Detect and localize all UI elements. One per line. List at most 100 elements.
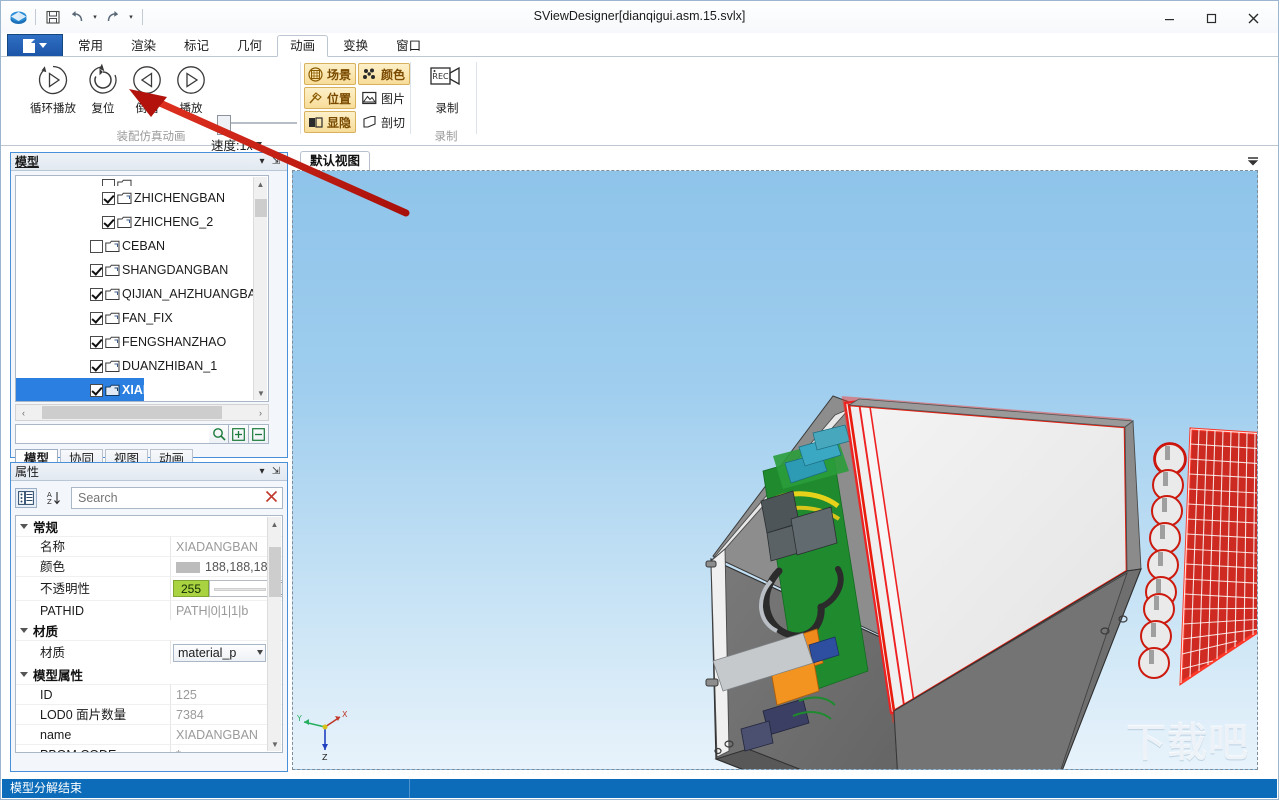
property-row-pathid[interactable]: PATHID PATH|0|1|1|b: [16, 600, 282, 620]
opacity-control[interactable]: 255: [173, 580, 282, 598]
property-grid[interactable]: 常规 名称 XIADANGBAN 颜色 188,188,18 不透明性 255: [15, 515, 283, 753]
scroll-down-icon[interactable]: ▼: [254, 386, 268, 400]
categorize-icon[interactable]: [15, 488, 37, 508]
checkbox[interactable]: [90, 264, 103, 277]
property-category-material[interactable]: 材质: [16, 620, 282, 640]
tree-horizontal-scrollbar[interactable]: ‹ ›: [15, 404, 269, 421]
section-cut-button[interactable]: 剖切: [358, 111, 410, 133]
loop-play-button[interactable]: 循环播放: [27, 62, 79, 116]
redo-icon[interactable]: [102, 6, 124, 28]
scene-button[interactable]: 场景: [304, 63, 356, 85]
expand-all-icon[interactable]: [229, 424, 249, 444]
tab-bianhuan[interactable]: 变换: [330, 35, 381, 57]
tree-item-fengshanzhao[interactable]: FENGSHANZHAO: [16, 330, 254, 354]
chevron-down-icon[interactable]: [1246, 155, 1260, 170]
undo-dropdown-icon[interactable]: ▾: [90, 13, 100, 21]
tree-item-duanzhiban-1[interactable]: DUANZHIBAN_1: [16, 354, 254, 378]
checkbox[interactable]: [90, 336, 103, 349]
part-icon: [105, 384, 120, 397]
undo-icon[interactable]: [66, 6, 88, 28]
ribbon-group-record: REC 录制 录制: [415, 57, 477, 146]
tree-item-xiadangban[interactable]: XIADANGBAN: [16, 378, 144, 402]
model-search-input[interactable]: [15, 424, 209, 444]
tab-default-view[interactable]: 默认视图: [300, 151, 370, 170]
checkbox[interactable]: [90, 360, 103, 373]
scroll-right-icon[interactable]: ›: [253, 405, 268, 420]
property-category-model-attrs[interactable]: 模型属性: [16, 664, 282, 684]
sort-az-icon[interactable]: A Z: [43, 488, 65, 508]
window-controls: [1148, 5, 1274, 31]
3d-viewport[interactable]: X Y Z 下载吧: [292, 170, 1258, 770]
scrollbar-thumb[interactable]: [269, 547, 281, 597]
tree-item-qijian-ahzhuangban[interactable]: QIJIAN_AHZHUANGBAN: [16, 282, 254, 306]
property-row-name-attr[interactable]: name XIADANGBAN: [16, 724, 282, 744]
tab-biaoji[interactable]: 标记: [171, 35, 222, 57]
checkbox[interactable]: [102, 192, 115, 205]
close-button[interactable]: [1232, 5, 1274, 31]
search-input[interactable]: [76, 490, 258, 506]
redo-dropdown-icon[interactable]: ▾: [126, 13, 136, 21]
checkbox[interactable]: [90, 384, 103, 397]
tree-item-fan-fix[interactable]: FAN_FIX: [16, 306, 254, 330]
scroll-down-icon[interactable]: ▼: [268, 737, 282, 751]
tree-item-shangdangban[interactable]: SHANGDANGBAN: [16, 258, 254, 282]
minimize-button[interactable]: [1148, 5, 1190, 31]
tab-jihe[interactable]: 几何: [224, 35, 275, 57]
scrollbar-thumb-h[interactable]: [42, 406, 222, 419]
tab-chuangkou[interactable]: 窗口: [383, 35, 434, 57]
color-button[interactable]: 颜色: [358, 63, 410, 85]
pin-icon[interactable]: ⇲: [269, 466, 283, 477]
app-logo-icon[interactable]: [7, 6, 29, 28]
tree-item-ceban[interactable]: CEBAN: [16, 234, 254, 258]
property-category-general[interactable]: 常规: [16, 516, 282, 536]
property-row-color[interactable]: 颜色 188,188,18: [16, 556, 282, 576]
checkbox[interactable]: [90, 288, 103, 301]
property-row-lod0[interactable]: LOD0 面片数量 7384: [16, 704, 282, 724]
tree-vertical-scrollbar[interactable]: ▲ ▼: [253, 177, 267, 400]
scroll-left-icon[interactable]: ‹: [16, 405, 31, 420]
collapse-all-icon[interactable]: [249, 424, 269, 444]
tab-xuanran[interactable]: 渲染: [118, 35, 169, 57]
property-value: *: [171, 744, 282, 753]
scroll-up-icon[interactable]: ▲: [254, 177, 267, 191]
property-row-id[interactable]: ID 125: [16, 684, 282, 704]
property-search-field[interactable]: [71, 487, 283, 509]
color-swatch[interactable]: [176, 562, 200, 573]
tab-donghua[interactable]: 动画: [277, 35, 328, 57]
play-button[interactable]: 播放: [165, 62, 217, 116]
property-row-opacity[interactable]: 不透明性 255: [16, 576, 282, 600]
qat-divider-2: [142, 9, 143, 25]
model-tree[interactable]: ZHICHENGBAN ZHICHENG_2: [15, 175, 269, 402]
property-row-name[interactable]: 名称 XIADANGBAN: [16, 536, 282, 556]
property-row-material[interactable]: 材质 material_p: [16, 640, 282, 664]
property-row-pbom-code[interactable]: PBOM CODE *: [16, 744, 282, 753]
record-button[interactable]: REC 录制: [421, 62, 473, 116]
file-menu-button[interactable]: [7, 34, 63, 57]
property-vertical-scrollbar[interactable]: ▲ ▼: [267, 517, 281, 751]
tree-item-label: DUANZHIBAN_1: [122, 359, 217, 373]
material-select-value: material_p: [178, 643, 236, 663]
material-select[interactable]: material_p: [173, 644, 266, 662]
part-icon: [105, 360, 120, 373]
checkbox[interactable]: [90, 312, 103, 325]
save-icon[interactable]: [42, 6, 64, 28]
position-button[interactable]: 位置: [304, 87, 356, 109]
tree-item-zhichengban[interactable]: ZHICHENGBAN: [16, 186, 254, 210]
show-hide-button[interactable]: 显隐: [304, 111, 356, 133]
checkbox[interactable]: [102, 216, 115, 229]
checkbox[interactable]: [102, 179, 115, 187]
clear-x-icon[interactable]: [265, 490, 278, 506]
picture-button[interactable]: 图片: [358, 87, 410, 109]
chevron-down-icon[interactable]: ▾: [255, 156, 269, 167]
maximize-button[interactable]: [1190, 5, 1232, 31]
pin-icon[interactable]: ⇲: [269, 156, 283, 167]
model-tree-items: ZHICHENGBAN ZHICHENG_2: [16, 176, 254, 402]
chevron-down-icon[interactable]: ▾: [255, 466, 269, 477]
scene-label: 场景: [327, 66, 351, 83]
checkbox[interactable]: [90, 240, 103, 253]
tab-changyong[interactable]: 常用: [65, 35, 116, 57]
search-icon[interactable]: [209, 424, 229, 444]
tree-item-zhicheng-2[interactable]: ZHICHENG_2: [16, 210, 254, 234]
scrollbar-thumb[interactable]: [255, 199, 267, 217]
scroll-up-icon[interactable]: ▲: [268, 517, 281, 531]
